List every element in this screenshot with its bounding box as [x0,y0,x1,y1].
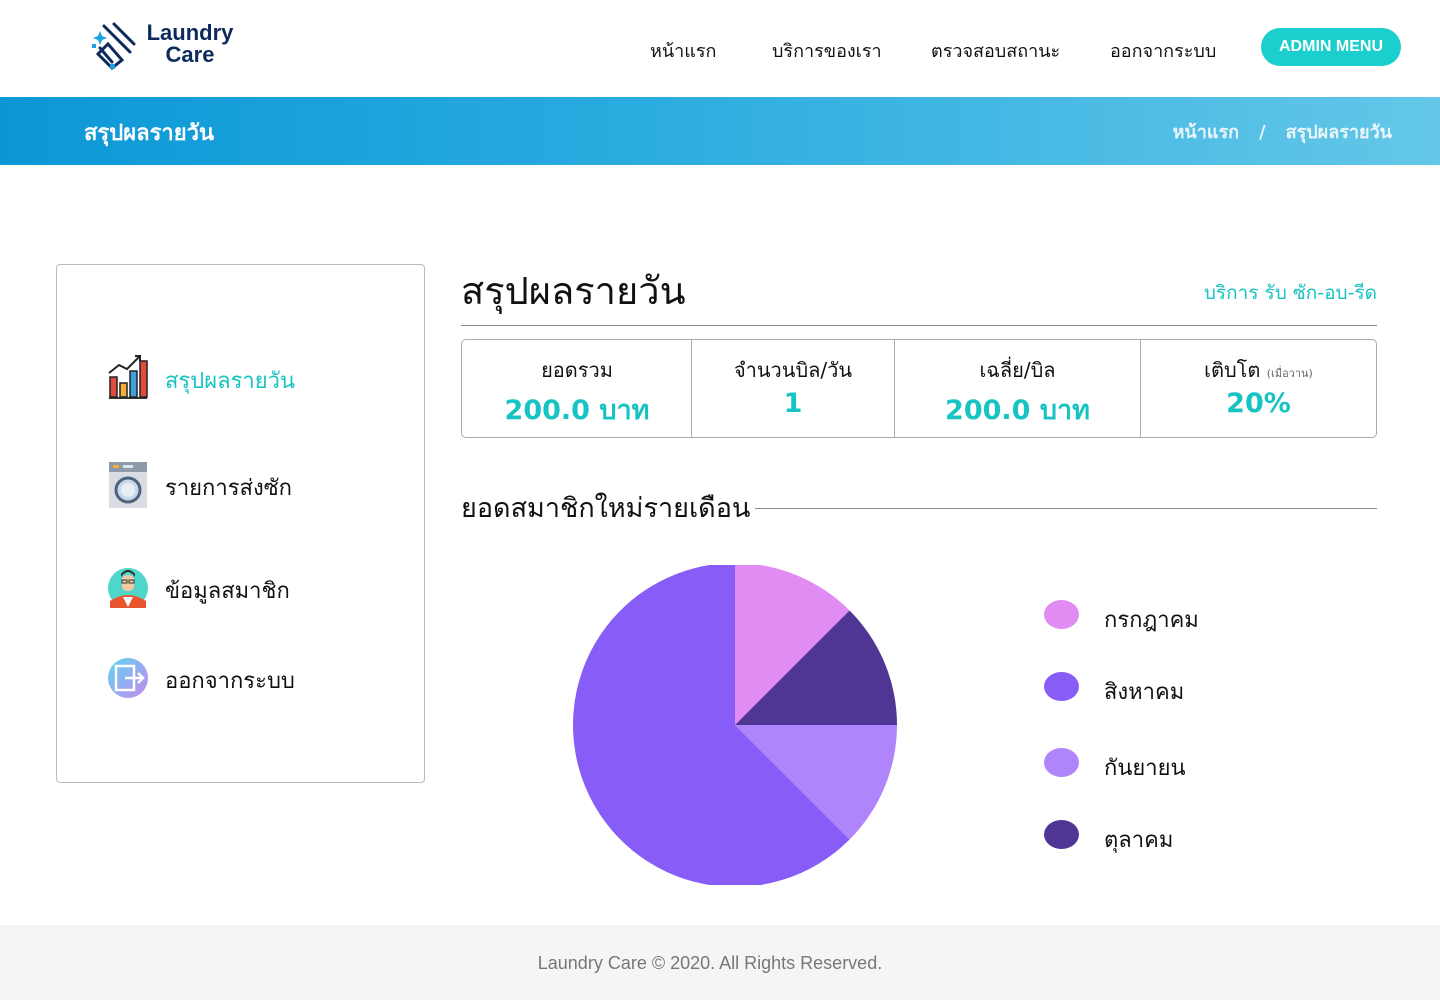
stat-value: 200.0 บาท [945,395,1090,426]
stat-label-note: (เมื่อวาน) [1266,367,1313,380]
legend-label: กันยายน [1104,756,1186,781]
nav-logout[interactable]: ออกจากระบบ [1110,36,1216,62]
sparkle-iron-icon [92,22,136,71]
stats-panel: ยอดรวม 200.0 บาท จำนวนบิล/วัน 1 เฉลี่ย/บ… [461,339,1377,438]
stat-bills-per-day: จำนวนบิล/วัน 1 [692,340,894,437]
page-title: สรุปผลรายวัน [461,269,686,313]
sidebar-item-label: รายการส่งซัก [165,476,292,501]
site-header: Laundry Care หน้าแรก บริการของเรา ตรวจสอ… [0,0,1440,97]
sidebar-item-laundry-orders[interactable]: รายการส่งซัก [107,460,407,510]
stat-label-text: เติบโต [1204,358,1261,382]
legend-swatch [1044,820,1079,849]
nav-check-status[interactable]: ตรวจสอบสถานะ [931,36,1060,62]
stat-growth: เติบโต (เมื่อวาน) 20% [1141,340,1376,437]
logo-line-1: Laundry [146,20,234,45]
legend-item: กันยายน [1044,748,1344,781]
stat-value: 200.0 บาท [504,395,650,426]
sidebar-item-label: ข้อมูลสมาชิก [165,579,290,604]
title-divider [461,325,1377,326]
legend-item: กรกฎาคม [1044,600,1344,633]
legend-item: สิงหาคม [1044,672,1344,705]
nav-home[interactable]: หน้าแรก [650,36,716,62]
stat-average-per-bill: เฉลี่ย/บิล 200.0 บาท [895,340,1140,437]
bar-chart-icon [108,355,148,399]
stat-value: 1 [783,388,803,419]
site-footer: Laundry Care © 2020. All Rights Reserved… [0,925,1440,1000]
page-banner: สรุปผลรายวัน หน้าแรก / สรุปผลรายวัน [0,97,1440,165]
member-avatar-icon [108,568,148,608]
sidebar-menu: สรุปผลรายวัน รายการส่งซัก ข้อมูลสมาชิก อ… [56,264,425,783]
stat-label: จำนวนบิล/วัน [733,358,853,382]
copyright-text: Laundry Care © 2020. All Rights Reserved… [537,953,883,973]
sidebar-item-logout[interactable]: ออกจากระบบ [107,653,407,703]
logo-wordmark: Laundry Care [142,22,238,66]
legend-label: ตุลาคม [1104,828,1174,853]
breadcrumb-separator: / [1259,122,1266,143]
new-members-pie-chart [572,565,897,885]
legend-swatch [1044,748,1079,777]
admin-menu-button[interactable]: ADMIN MENU [1261,28,1401,66]
sidebar-item-label: สรุปผลรายวัน [165,369,296,394]
sidebar-item-label: ออกจากระบบ [165,669,295,694]
stat-label: เติบโต (เมื่อวาน) [1141,354,1376,386]
nav-services[interactable]: บริการของเรา [772,36,882,62]
stat-label: เฉลี่ย/บิล [979,358,1056,382]
chart-section-title: ยอดสมาชิกใหม่รายเดือน [461,493,751,524]
legend-item: ตุลาคม [1044,820,1344,853]
laundry-care-logo[interactable]: Laundry Care [90,22,250,74]
washing-machine-icon [109,462,147,508]
legend-label: กรกฎาคม [1104,608,1199,633]
breadcrumb-current: สรุปผลรายวัน [1285,122,1392,143]
legend-swatch [1044,600,1079,629]
stat-total: ยอดรวม 200.0 บาท [462,340,692,437]
breadcrumb-home[interactable]: หน้าแรก [1173,117,1239,146]
stat-label: ยอดรวม [541,358,613,382]
section-divider [755,508,1377,509]
legend-label: สิงหาคม [1104,680,1185,705]
logout-icon [108,658,148,698]
sidebar-item-daily-summary[interactable]: สรุปผลรายวัน [107,353,407,403]
breadcrumb: หน้าแรก / สรุปผลรายวัน [1173,117,1392,146]
legend-swatch [1044,672,1079,701]
service-subtitle: บริการ รับ ซัก-อบ-รีด [1203,282,1377,304]
sidebar-item-member-info[interactable]: ข้อมูลสมาชิก [107,563,407,613]
stat-value: 20% [1226,388,1291,419]
logo-line-2: Care [165,42,215,67]
banner-title: สรุปผลรายวัน [84,121,215,146]
